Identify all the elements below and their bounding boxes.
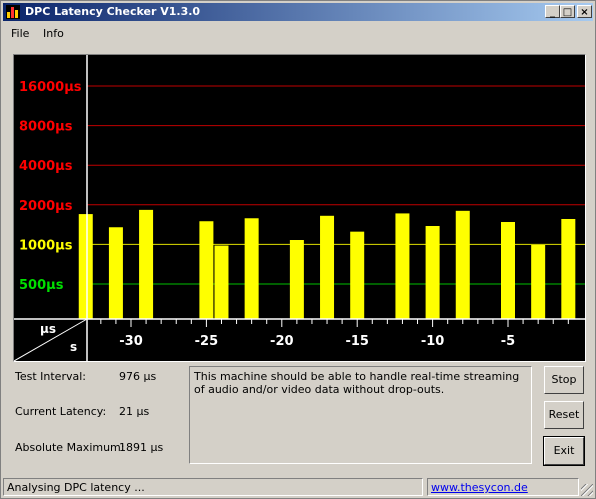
close-button[interactable]: × (577, 5, 592, 18)
current-latency-label: Current Latency: (15, 405, 107, 418)
y-tick-label: 1000µs (19, 238, 73, 253)
stop-button[interactable]: Stop (544, 366, 584, 394)
minimize-button[interactable]: _ (545, 5, 560, 18)
absolute-maximum-value: 1891 µs (119, 441, 164, 454)
x-unit-label: s (70, 340, 77, 354)
x-tick-label: -15 (345, 334, 369, 349)
yellow-latency-bar (455, 210, 470, 319)
reset-button[interactable]: Reset (544, 401, 584, 429)
yellow-latency-bar (108, 227, 123, 319)
app-window: DPC Latency Checker V1.3.0 _ □ × File In… (0, 0, 596, 499)
yellow-latency-bar (350, 231, 365, 319)
y-tick-label: 4000µs (19, 159, 73, 174)
status-bar: Analysing DPC latency ... www.thesycon.d… (3, 478, 593, 496)
yellow-latency-bar (425, 225, 440, 319)
y-tick-label: 500µs (19, 278, 64, 293)
menu-file[interactable]: File (11, 27, 29, 40)
yellow-latency-bar (214, 245, 229, 319)
yellow-latency-bar (244, 218, 259, 319)
absolute-maximum-label: Absolute Maximum: (15, 441, 125, 454)
yellow-latency-bar (501, 222, 515, 319)
y-tick-label: 2000µs (19, 199, 73, 214)
x-tick-label: -20 (270, 334, 294, 349)
website-link-panel: www.thesycon.de (427, 478, 579, 496)
current-latency-value: 21 µs (119, 405, 150, 418)
yellow-latency-bar (395, 213, 410, 319)
yellow-latency-bar (139, 209, 154, 319)
yellow-latency-bar (289, 240, 304, 319)
yellow-latency-bar (199, 221, 214, 319)
window-title: DPC Latency Checker V1.3.0 (25, 5, 201, 18)
x-tick-label: -5 (501, 334, 515, 349)
x-tick-label: -30 (119, 334, 143, 349)
y-tick-label: 16000µs (19, 80, 82, 95)
menu-bar: File Info (3, 23, 593, 43)
x-tick-label: -25 (195, 334, 219, 349)
y-tick-label: 8000µs (19, 120, 73, 135)
status-message-box: This machine should be able to handle re… (189, 366, 532, 464)
status-text: Analysing DPC latency ... (3, 478, 423, 496)
title-bar[interactable]: DPC Latency Checker V1.3.0 _ □ × (3, 3, 593, 21)
x-tick-label: -10 (421, 334, 445, 349)
y-unit-label: µs (40, 322, 56, 336)
maximize-button[interactable]: □ (560, 5, 575, 18)
yellow-latency-bar (561, 218, 576, 319)
website-link[interactable]: www.thesycon.de (431, 481, 528, 494)
test-interval-value: 976 µs (119, 370, 157, 383)
resize-grip[interactable] (581, 484, 593, 496)
menu-info[interactable]: Info (43, 27, 64, 40)
latency-chart-svg: 16000µs 8000µs 4000µs 2000µs 1000µs 500µs -30 -… (13, 55, 585, 362)
app-icon (6, 5, 20, 19)
yellow-latency-bar (531, 244, 546, 319)
yellow-latency-bar (78, 214, 93, 319)
test-interval-label: Test Interval: (15, 370, 86, 383)
latency-chart: 16000µs 8000µs 4000µs 2000µs 1000µs 500µs -30 -… (13, 54, 586, 362)
yellow-latency-bar (320, 215, 335, 319)
exit-button[interactable]: Exit (543, 436, 585, 466)
